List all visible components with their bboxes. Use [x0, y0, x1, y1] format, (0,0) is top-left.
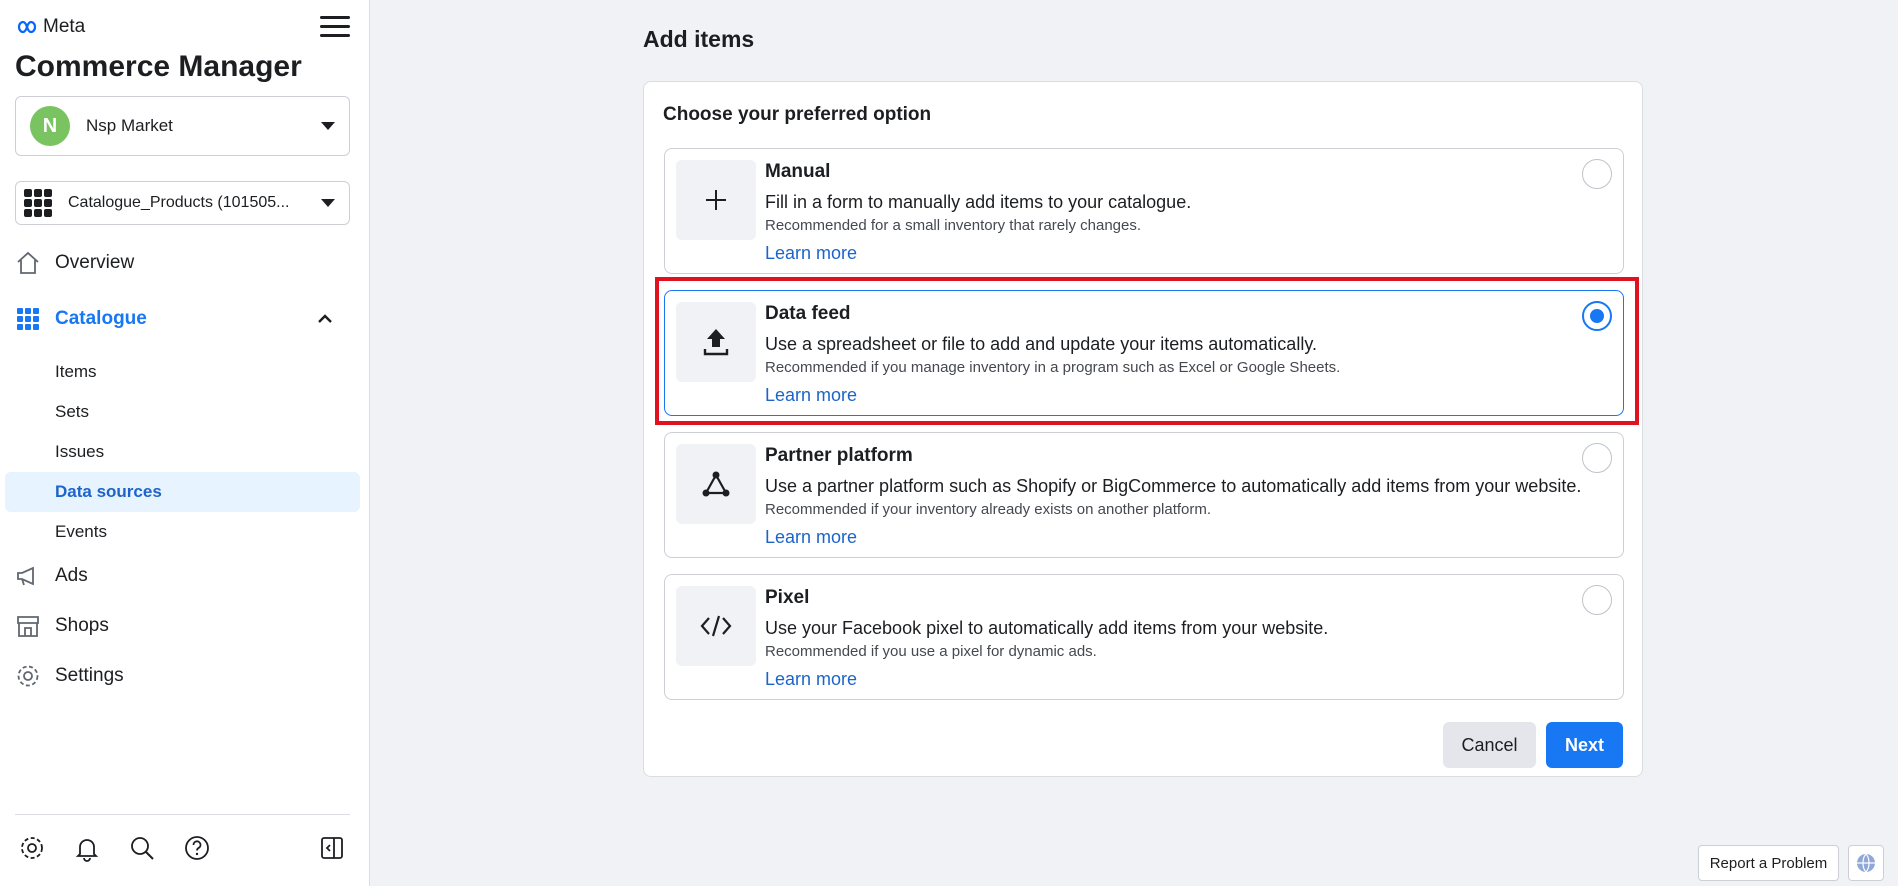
bell-icon[interactable]: [73, 834, 101, 862]
nav-settings[interactable]: Settings: [15, 663, 124, 689]
option-recommendation: Recommended for a small inventory that r…: [765, 217, 1142, 234]
shop-icon: [15, 613, 41, 639]
nav-catalogue-label: Catalogue: [55, 308, 147, 329]
learn-more-link[interactable]: Learn more: [765, 669, 857, 690]
chevron-up-icon[interactable]: [316, 312, 334, 326]
code-icon: [676, 586, 756, 666]
option-recommendation: Recommended if you manage inventory in a…: [765, 359, 1341, 376]
option-title: Data feed: [765, 303, 851, 324]
account-selector[interactable]: N Nsp Market: [15, 96, 350, 156]
meta-logo[interactable]: Meta: [15, 16, 85, 38]
option-data-feed[interactable]: Data feed Use a spreadsheet or file to a…: [664, 290, 1624, 416]
avatar: N: [30, 106, 70, 146]
option-radio[interactable]: [1582, 585, 1612, 615]
option-title: Pixel: [765, 587, 810, 608]
option-partner-platform[interactable]: Partner platform Use a partner platform …: [664, 432, 1624, 558]
sidebar-item-data-sources[interactable]: Data sources: [5, 472, 360, 512]
nav-catalogue[interactable]: Catalogue: [15, 306, 147, 332]
search-icon[interactable]: [128, 834, 156, 862]
meta-infinity-icon: [17, 20, 37, 34]
settings-gear-icon[interactable]: [18, 834, 46, 862]
option-title: Manual: [765, 161, 831, 182]
collapse-sidebar-icon[interactable]: [318, 834, 346, 862]
option-manual[interactable]: Manual Fill in a form to manually add it…: [664, 148, 1624, 274]
option-radio[interactable]: [1582, 443, 1612, 473]
nav-shops-label: Shops: [55, 615, 109, 636]
option-pixel[interactable]: Pixel Use your Facebook pixel to automat…: [664, 574, 1624, 700]
nav-shops[interactable]: Shops: [15, 613, 109, 639]
nav-overview-label: Overview: [55, 252, 135, 273]
app-title: Commerce Manager: [15, 50, 302, 83]
page-title: Add items: [643, 26, 755, 52]
learn-more-link[interactable]: Learn more: [765, 385, 857, 406]
sidebar-item-events[interactable]: Events: [5, 512, 360, 552]
option-title: Partner platform: [765, 445, 913, 466]
cancel-button[interactable]: Cancel: [1443, 722, 1536, 768]
catalogue-name: Catalogue_Products (101505...: [68, 194, 290, 211]
account-name: Nsp Market: [86, 116, 173, 135]
home-icon: [15, 250, 41, 276]
sidebar-divider: [15, 814, 350, 815]
option-radio[interactable]: [1582, 159, 1612, 189]
catalogue-selector[interactable]: Catalogue_Products (101505...: [15, 181, 350, 225]
option-description: Use a spreadsheet or file to add and upd…: [765, 334, 1317, 354]
option-recommendation: Recommended if you use a pixel for dynam…: [765, 643, 1097, 660]
sidebar-item-items[interactable]: Items: [5, 352, 360, 392]
partner-network-icon: [676, 444, 756, 524]
learn-more-link[interactable]: Learn more: [765, 527, 857, 548]
caret-down-icon: [321, 122, 335, 130]
add-items-card: Choose your preferred option Manual Fill…: [643, 81, 1643, 777]
sidebar: Meta Commerce Manager N Nsp Market Catal…: [0, 0, 370, 886]
nav-ads[interactable]: Ads: [15, 563, 88, 589]
report-problem-button[interactable]: Report a Problem: [1698, 845, 1839, 881]
sidebar-item-issues[interactable]: Issues: [5, 432, 360, 472]
globe-icon[interactable]: [1848, 845, 1884, 881]
option-recommendation: Recommended if your inventory already ex…: [765, 501, 1212, 518]
next-button[interactable]: Next: [1546, 722, 1623, 768]
plus-icon: [676, 160, 756, 240]
gear-icon: [15, 663, 41, 689]
option-description: Use a partner platform such as Shopify o…: [765, 476, 1582, 496]
megaphone-icon: [15, 563, 41, 589]
caret-down-icon: [321, 199, 335, 207]
catalogue-grid-icon: [15, 306, 41, 332]
meta-logo-text: Meta: [43, 16, 86, 37]
nav-overview[interactable]: Overview: [15, 250, 134, 276]
nav-ads-label: Ads: [55, 565, 88, 586]
sidebar-item-sets[interactable]: Sets: [5, 392, 360, 432]
option-description: Use your Facebook pixel to automatically…: [765, 618, 1329, 638]
catalogue-grid-icon: [24, 189, 52, 217]
menu-icon[interactable]: [320, 16, 350, 42]
learn-more-link[interactable]: Learn more: [765, 243, 857, 264]
nav-settings-label: Settings: [55, 665, 124, 686]
upload-icon: [676, 302, 756, 382]
card-heading: Choose your preferred option: [663, 104, 932, 125]
option-description: Fill in a form to manually add items to …: [765, 192, 1192, 212]
option-radio-selected[interactable]: [1582, 301, 1612, 331]
help-icon[interactable]: [183, 834, 211, 862]
